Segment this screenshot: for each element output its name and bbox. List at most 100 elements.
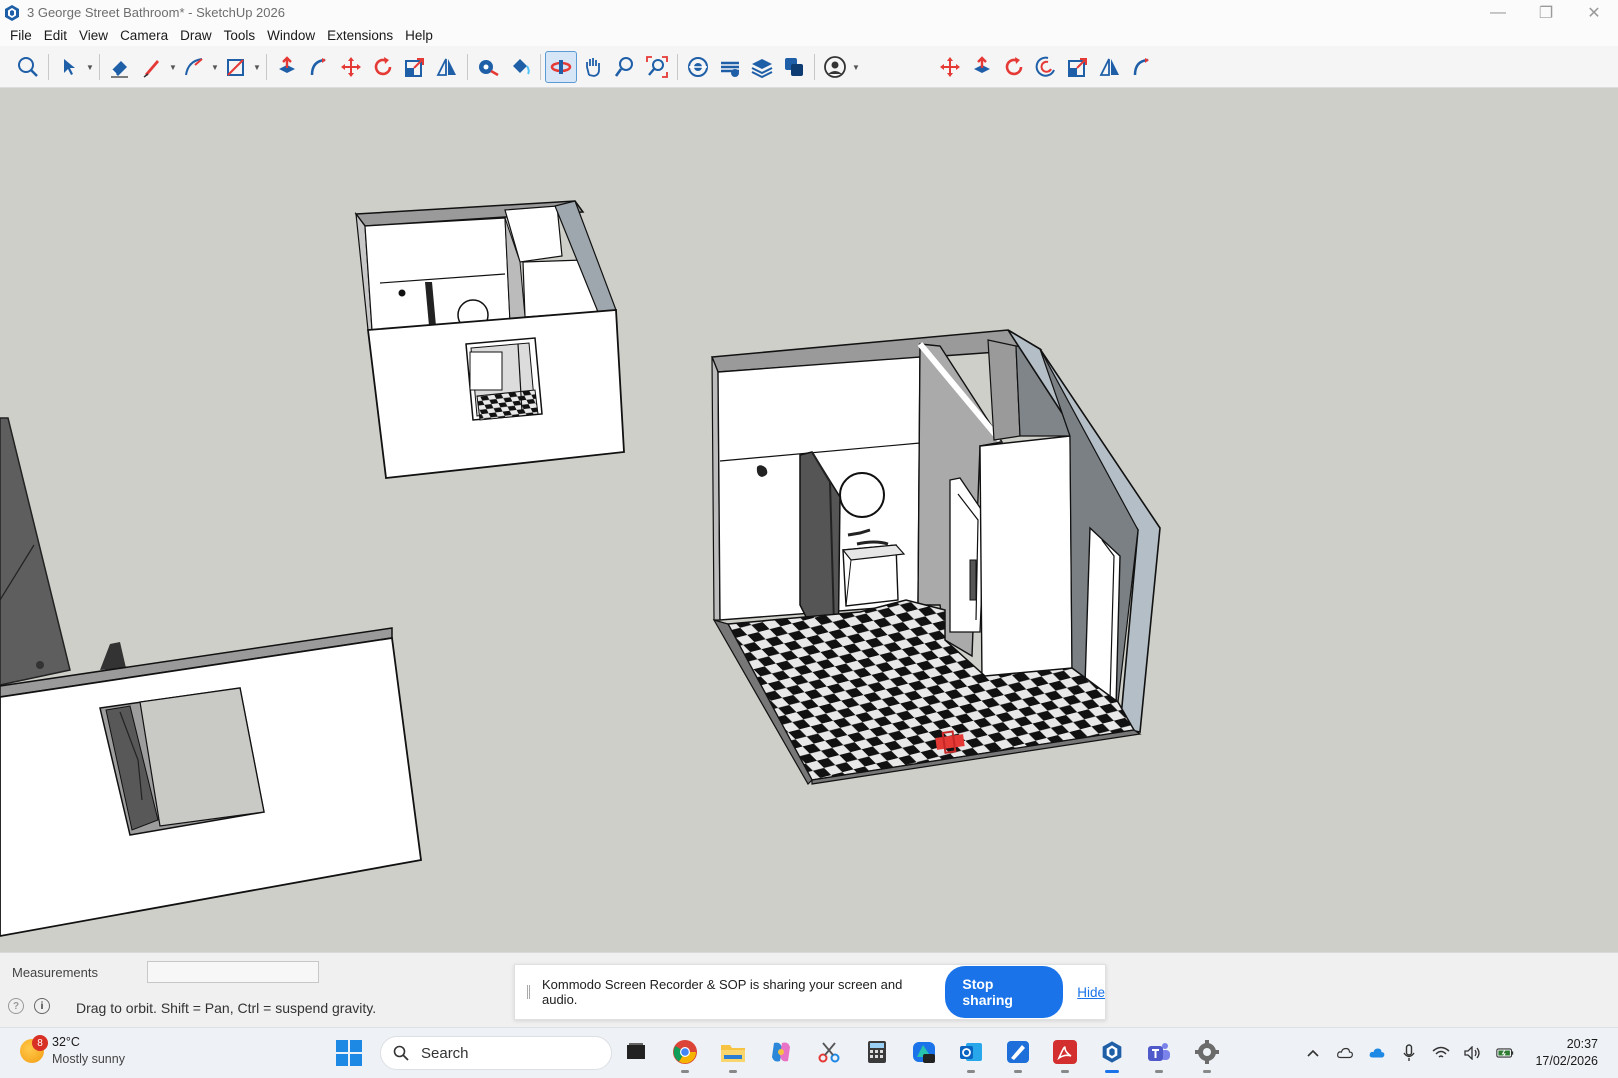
- menu-file[interactable]: File: [4, 25, 38, 46]
- account-icon[interactable]: [819, 51, 851, 83]
- teams-icon[interactable]: [1144, 1037, 1174, 1073]
- arc-dropdown-icon[interactable]: ▼: [210, 51, 220, 83]
- whiteboard-icon[interactable]: [1003, 1037, 1033, 1073]
- search-tool-icon[interactable]: [12, 51, 44, 83]
- rotate-2-tool-icon[interactable]: [998, 51, 1030, 83]
- flip-tool-icon[interactable]: [431, 51, 463, 83]
- weather-temperature: 32°C: [52, 1035, 80, 1049]
- paint-bucket-tool-icon[interactable]: [504, 51, 536, 83]
- microsoft-365-icon[interactable]: [909, 1037, 939, 1067]
- line-dropdown-icon[interactable]: ▼: [168, 51, 178, 83]
- section-plane-tool-icon[interactable]: [682, 51, 714, 83]
- task-view-icon[interactable]: [621, 1037, 651, 1067]
- screen-share-banner: Kommodo Screen Recorder & SOP is sharing…: [514, 964, 1106, 1020]
- select-dropdown-icon[interactable]: ▼: [85, 51, 95, 83]
- shape-dropdown-icon[interactable]: ▼: [252, 51, 262, 83]
- cloud-outline-icon[interactable]: [1336, 1044, 1354, 1062]
- sketchup-taskbar-icon[interactable]: [1097, 1037, 1127, 1073]
- measurements-input[interactable]: [147, 961, 319, 983]
- wifi-icon[interactable]: [1432, 1044, 1450, 1062]
- clock[interactable]: 20:37 17/02/2026: [1535, 1036, 1598, 1070]
- weather-description: Mostly sunny: [52, 1052, 125, 1066]
- main-toolbar: ▼ ▼ ▼ ▼ ▼: [0, 46, 1618, 88]
- window-title: 3 George Street Bathroom* - SketchUp 202…: [27, 5, 285, 20]
- volume-icon[interactable]: [1464, 1044, 1482, 1062]
- measurements-label: Measurements: [12, 965, 98, 980]
- orbit-tool-icon[interactable]: [545, 51, 577, 83]
- bathroom-model[interactable]: [710, 329, 1161, 785]
- offset-tool-icon[interactable]: [1030, 51, 1062, 83]
- calculator-icon[interactable]: [862, 1037, 892, 1067]
- scale-2-tool-icon[interactable]: [1062, 51, 1094, 83]
- menu-edit[interactable]: Edit: [38, 25, 73, 46]
- close-button[interactable]: ✕: [1570, 0, 1618, 25]
- push-pull-tool-icon[interactable]: [271, 51, 303, 83]
- follow-me-tool-icon[interactable]: [303, 51, 335, 83]
- share-message: Kommodo Screen Recorder & SOP is sharing…: [541, 977, 903, 1007]
- battery-charging-icon[interactable]: [1496, 1044, 1514, 1062]
- system-tray: 20:37 17/02/2026: [1297, 1028, 1618, 1078]
- stop-sharing-button[interactable]: Stop sharing: [945, 966, 1064, 1018]
- move-2-tool-icon[interactable]: [934, 51, 966, 83]
- model-viewport[interactable]: [0, 88, 1618, 952]
- copilot-icon[interactable]: [766, 1037, 796, 1067]
- title-bar: 3 George Street Bathroom* - SketchUp 202…: [0, 0, 1618, 25]
- push-pull-2-tool-icon[interactable]: [966, 51, 998, 83]
- rectangle-tool-icon[interactable]: [220, 51, 252, 83]
- sun-icon: 8: [20, 1035, 48, 1063]
- left-wall-model[interactable]: [0, 417, 126, 686]
- chevron-up-icon[interactable]: [1304, 1044, 1322, 1062]
- hide-link[interactable]: Hide: [1077, 985, 1105, 1000]
- geo-location-icon[interactable]: ?: [8, 998, 24, 1014]
- search-placeholder: Search: [421, 1044, 469, 1062]
- select-tool-icon[interactable]: [53, 51, 85, 83]
- chrome-icon[interactable]: [670, 1037, 700, 1073]
- onedrive-icon[interactable]: [1368, 1044, 1386, 1062]
- scale-tool-icon[interactable]: [399, 51, 431, 83]
- menu-camera[interactable]: Camera: [114, 25, 174, 46]
- menu-view[interactable]: View: [73, 25, 114, 46]
- microphone-icon[interactable]: [1400, 1044, 1418, 1062]
- restore-button[interactable]: ❐: [1522, 0, 1570, 25]
- settings-icon[interactable]: [1192, 1037, 1222, 1073]
- menu-help[interactable]: Help: [399, 25, 439, 46]
- menu-window[interactable]: Window: [261, 25, 321, 46]
- menu-tools[interactable]: Tools: [218, 25, 262, 46]
- zoom-tool-icon[interactable]: [609, 51, 641, 83]
- tape-measure-tool-icon[interactable]: [472, 51, 504, 83]
- menu-bar: File Edit View Camera Draw Tools Window …: [0, 25, 1618, 46]
- pencil-line-tool-icon[interactable]: [136, 51, 168, 83]
- menu-extensions[interactable]: Extensions: [321, 25, 399, 46]
- search-icon: [393, 1045, 409, 1061]
- move-tool-icon[interactable]: [335, 51, 367, 83]
- section-fill-tool-icon[interactable]: [746, 51, 778, 83]
- taskbar-search[interactable]: Search: [380, 1036, 612, 1070]
- file-explorer-icon[interactable]: [718, 1037, 748, 1073]
- sketchup-logo-icon: [5, 4, 19, 21]
- pan-tool-icon[interactable]: [577, 51, 609, 83]
- clock-time: 20:37: [1566, 1037, 1598, 1051]
- small-room-model[interactable]: [354, 200, 625, 479]
- instructor-info-icon[interactable]: i: [34, 998, 50, 1014]
- taskbar: 8 32°C Mostly sunny Search 20:37 17/02/2…: [0, 1027, 1618, 1078]
- rotate-tool-icon[interactable]: [367, 51, 399, 83]
- solid-tools-icon[interactable]: [778, 51, 810, 83]
- menu-draw[interactable]: Draw: [174, 25, 218, 46]
- start-button[interactable]: [336, 1040, 362, 1066]
- account-dropdown-icon[interactable]: ▼: [851, 51, 861, 83]
- eraser-tool-icon[interactable]: [104, 51, 136, 83]
- section-display-tool-icon[interactable]: [714, 51, 746, 83]
- follow-me-2-tool-icon[interactable]: [1126, 51, 1158, 83]
- acrobat-icon[interactable]: [1050, 1037, 1080, 1073]
- zoom-extents-tool-icon[interactable]: [641, 51, 673, 83]
- minimize-button[interactable]: —: [1474, 0, 1522, 25]
- weather-badge: 8: [32, 1035, 48, 1051]
- flip-2-tool-icon[interactable]: [1094, 51, 1126, 83]
- weather-widget[interactable]: 8 32°C Mostly sunny: [20, 1034, 125, 1068]
- snipping-tool-icon[interactable]: [814, 1037, 844, 1067]
- drag-handle-icon[interactable]: [527, 985, 530, 999]
- outlook-icon[interactable]: [956, 1037, 986, 1073]
- status-hint: Drag to orbit. Shift = Pan, Ctrl = suspe…: [76, 1000, 377, 1016]
- wall-with-window-model[interactable]: [0, 627, 423, 937]
- arc-tool-icon[interactable]: [178, 51, 210, 83]
